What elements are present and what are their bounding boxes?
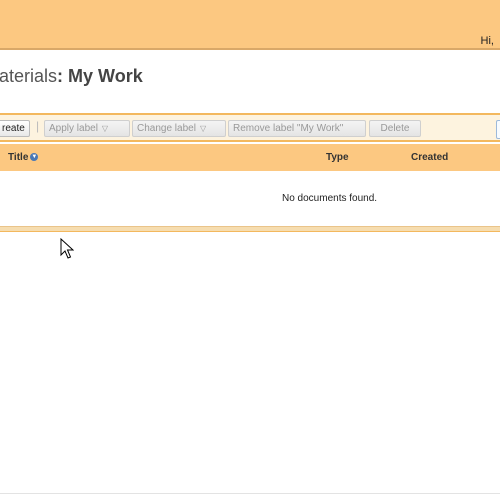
mouse-pointer-icon [60, 237, 75, 265]
top-banner: Hi, [0, 0, 500, 50]
table-header: Title ▼ Type Created [0, 144, 500, 172]
column-type[interactable]: Type [326, 152, 349, 163]
chevron-down-icon: ▽ [199, 124, 207, 133]
apply-label-button[interactable]: Apply label ▽ [44, 120, 130, 137]
user-greeting: Hi, [480, 35, 494, 47]
apply-label-text: Apply label [49, 123, 98, 135]
divider [0, 493, 500, 494]
sort-down-icon[interactable]: ▼ [30, 153, 39, 162]
column-title[interactable]: Title ▼ [8, 152, 39, 163]
chevron-down-icon: ▽ [101, 124, 109, 133]
change-label-button[interactable]: Change label ▽ [132, 120, 226, 137]
document-table-body: No documents found. [0, 171, 500, 226]
remove-label-button[interactable]: Remove label "My Work" [228, 120, 366, 137]
delete-button[interactable]: Delete [369, 120, 421, 137]
empty-state-message: No documents found. [282, 193, 378, 204]
page-title-colon: : [57, 66, 64, 86]
page-title-prefix: aterials [0, 66, 58, 86]
change-label-text: Change label [137, 123, 196, 135]
column-title-label: Title [8, 152, 29, 163]
page-title: aterials: My Work [0, 66, 143, 87]
toolbar-right-control[interactable] [496, 120, 500, 139]
table-footer-bar [0, 226, 500, 232]
column-created[interactable]: Created [411, 152, 448, 163]
page-title-main: My Work [68, 66, 143, 86]
toolbar-separator: | [36, 119, 40, 133]
create-button[interactable]: reate [0, 120, 30, 137]
document-toolbar: reate | Apply label ▽ Change label ▽ Remov… [0, 113, 500, 142]
